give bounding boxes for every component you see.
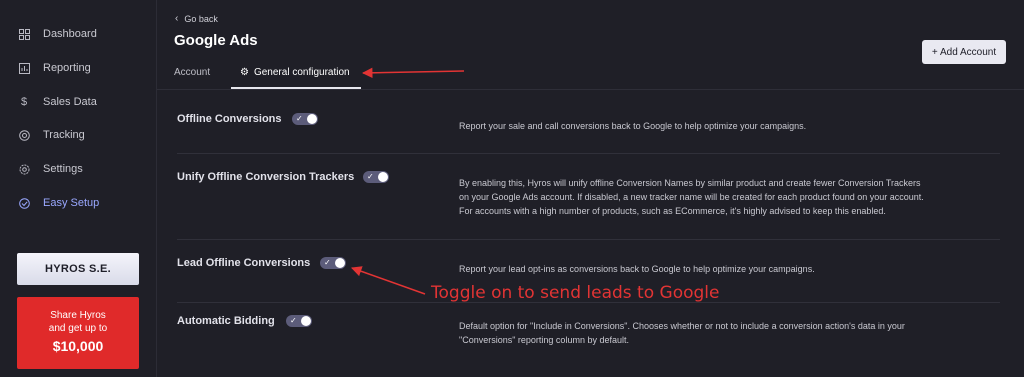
check-icon: ✓ (324, 258, 331, 267)
sidebar-item-reporting[interactable]: Reporting (18, 58, 91, 78)
sidebar-item-label: Dashboard (43, 28, 97, 40)
setting-label-automatic-bidding: Automatic Bidding (177, 315, 275, 327)
setting-description: Report your lead opt-ins as conversions … (459, 264, 815, 274)
gear-icon: ⚙ (240, 67, 249, 78)
setting-description: Report your sale and call conversions ba… (459, 121, 807, 131)
sidebar-item-easy-setup[interactable]: Easy Setup (18, 193, 99, 213)
promo-amount: $10,000 (52, 338, 104, 354)
sidebar-item-label: Sales Data (43, 96, 97, 108)
unify-trackers-toggle[interactable]: ✓ (363, 171, 389, 183)
toggle-knob (301, 316, 311, 326)
automatic-bidding-toggle[interactable]: ✓ (286, 315, 312, 327)
sidebar-item-settings[interactable]: Settings (18, 159, 83, 179)
lead-offline-conversions-toggle[interactable]: ✓ (320, 257, 346, 269)
check-icon: ✓ (296, 114, 303, 123)
setting-label-offline-conversions: Offline Conversions (177, 113, 282, 125)
gear-icon (18, 163, 30, 175)
back-link[interactable]: ‹ Go back (175, 13, 218, 24)
sidebar-item-label: Tracking (43, 129, 85, 141)
chart-icon (18, 62, 30, 74)
brand-label: HYROS S.E. (45, 263, 111, 275)
tab-account[interactable]: Account (174, 67, 210, 78)
sidebar-item-dashboard[interactable]: Dashboard (18, 24, 97, 44)
add-account-button[interactable]: + Add Account (922, 40, 1006, 64)
annotation-text: Toggle on to send leads to Google (431, 283, 720, 303)
grid-icon (18, 28, 30, 40)
toggle-knob (335, 258, 345, 268)
brand-badge[interactable]: HYROS S.E. (17, 253, 139, 285)
setting-description: By enabling this, Hyros will unify offli… (459, 178, 924, 216)
toggle-knob (307, 114, 317, 124)
toggle-knob (378, 172, 388, 182)
sidebar-item-label: Reporting (43, 62, 91, 74)
setting-description: Default option for "Include in Conversio… (459, 321, 905, 345)
page-title: Google Ads (174, 32, 258, 49)
check-icon: ✓ (290, 316, 297, 325)
promo-banner[interactable]: Share Hyros and get up to $10,000 (17, 297, 139, 369)
main-content: ‹ Go back Google Ads + Add Account Accou… (157, 0, 1024, 377)
tab-label: General configuration (253, 67, 350, 78)
setting-label-unify-trackers: Unify Offline Conversion Trackers (177, 171, 355, 183)
chevron-left-icon: ‹ (175, 13, 179, 24)
check-icon: ✓ (367, 172, 374, 181)
sidebar: Dashboard Reporting $ Sales Data Trackin… (0, 0, 157, 377)
divider (177, 239, 1000, 240)
promo-line-1: Share Hyros (50, 310, 106, 321)
back-label: Go back (184, 13, 218, 24)
promo-line-2: and get up to (48, 323, 108, 334)
offline-conversions-toggle[interactable]: ✓ (292, 113, 318, 125)
sidebar-item-tracking[interactable]: Tracking (18, 125, 85, 145)
sidebar-item-label: Easy Setup (43, 197, 100, 209)
dollar-icon: $ (20, 96, 28, 108)
check-circle-icon (18, 197, 30, 209)
target-icon (18, 129, 30, 141)
setting-label-lead-offline-conversions: Lead Offline Conversions (177, 257, 311, 269)
sidebar-item-label: Settings (43, 163, 83, 175)
tab-divider (157, 89, 1024, 90)
sidebar-item-sales-data[interactable]: $ Sales Data (18, 92, 97, 112)
divider (177, 153, 1000, 154)
tab-general-configuration[interactable]: ⚙ General configuration (240, 67, 350, 78)
